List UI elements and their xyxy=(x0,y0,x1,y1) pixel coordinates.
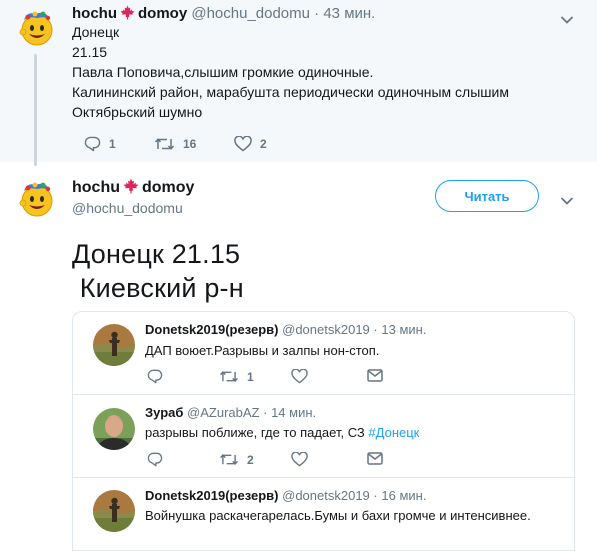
main-header: hochu domoy xyxy=(72,178,194,199)
thread-connector xyxy=(34,54,37,166)
quoted-header: Donetsk2019(резерв) @donetsk2019 · 16 ми… xyxy=(145,488,426,503)
maple-leaf-icon xyxy=(123,178,139,199)
chevron-down-icon[interactable] xyxy=(560,193,574,205)
display-name[interactable]: Зураб xyxy=(145,405,183,420)
retweet-count: 16 xyxy=(183,137,197,151)
timestamp[interactable]: 43 мин. xyxy=(323,5,375,22)
quoted-text: Войнушка раскачегарелась.Бумы и бахи гро… xyxy=(145,508,531,523)
envelope-icon xyxy=(367,369,383,382)
user-avatar[interactable] xyxy=(15,6,57,48)
user-handle[interactable]: @hochu_dodomu xyxy=(191,5,310,22)
reply-icon xyxy=(147,452,163,467)
quoted-header: Donetsk2019(резерв) @donetsk2019 · 13 ми… xyxy=(145,322,426,337)
heart-icon xyxy=(291,369,308,384)
user-avatar-main[interactable] xyxy=(15,177,57,219)
like-count: 2 xyxy=(260,137,267,151)
user-handle[interactable]: @AZurabAZ xyxy=(187,405,259,420)
message-button[interactable] xyxy=(367,452,383,465)
follow-button[interactable]: Читать xyxy=(435,180,539,212)
retweet-count: 2 xyxy=(247,452,254,467)
reply-icon xyxy=(84,136,101,152)
retweet-count: 1 xyxy=(247,369,254,384)
heart-icon xyxy=(291,452,308,467)
timestamp[interactable]: 14 мин. xyxy=(271,405,316,420)
like-button[interactable] xyxy=(291,369,308,384)
retweet-button[interactable]: 2 xyxy=(219,452,254,467)
user-handle[interactable]: @donetsk2019 xyxy=(282,488,370,503)
user-handle[interactable]: @hochu_dodomu xyxy=(72,200,183,216)
like-button[interactable] xyxy=(291,452,308,467)
quoted-actions: 1 xyxy=(145,369,445,389)
retweet-icon xyxy=(220,370,238,383)
divider xyxy=(73,394,574,395)
quoted-thread-card[interactable]: Donetsk2019(резерв) @donetsk2019 · 13 ми… xyxy=(72,311,575,551)
quoted-header: Зураб @AZurabAZ · 14 мин. xyxy=(145,405,316,420)
avatar[interactable] xyxy=(93,408,135,450)
message-button[interactable] xyxy=(367,369,383,382)
quoted-text: ДАП воюет.Разрывы и залпы нон-стоп. xyxy=(145,343,380,358)
reply-button[interactable]: 1 xyxy=(84,136,116,152)
retweet-icon xyxy=(220,453,238,466)
display-name[interactable]: hochu xyxy=(72,179,120,196)
reply-actions: 1 16 2 xyxy=(72,136,372,156)
envelope-icon xyxy=(367,452,383,465)
display-name[interactable]: Donetsk2019(резерв) xyxy=(145,488,279,503)
display-name-suffix[interactable]: domoy xyxy=(142,179,194,196)
timestamp[interactable]: 13 мин. xyxy=(381,322,426,337)
quoted-text: разрывы поближе, где то падает, СЗ #Доне… xyxy=(145,423,419,443)
separator-dot: · xyxy=(263,405,268,420)
chevron-down-icon[interactable] xyxy=(560,12,574,24)
reply-count: 1 xyxy=(109,137,116,151)
avatar[interactable] xyxy=(93,324,135,366)
user-handle[interactable]: @donetsk2019 xyxy=(282,322,370,337)
quoted-text-body: разрывы поближе, где то падает, СЗ xyxy=(145,425,369,440)
reply-text: Донецк 21.15 Павла Поповича,слышим громк… xyxy=(72,24,509,120)
hashtag-link[interactable]: #Донецк xyxy=(368,425,419,440)
separator-dot: · xyxy=(373,488,378,503)
retweet-icon xyxy=(154,138,175,150)
avatar[interactable] xyxy=(93,490,135,532)
main-tweet-line-2: Киевский р-н xyxy=(72,273,244,303)
reply-button[interactable] xyxy=(147,452,163,467)
display-name-suffix[interactable]: domoy xyxy=(138,5,187,22)
retweet-button[interactable]: 1 xyxy=(219,369,254,384)
display-name[interactable]: Donetsk2019(резерв) xyxy=(145,322,279,337)
quoted-actions: 2 xyxy=(145,452,445,472)
main-handle-line: @hochu_dodomu xyxy=(72,200,183,216)
heart-icon xyxy=(234,136,252,152)
timestamp[interactable]: 16 мин. xyxy=(381,488,426,503)
separator-dot: · xyxy=(373,322,378,337)
divider xyxy=(73,477,574,478)
reply-icon xyxy=(147,369,163,384)
main-tweet-line-1: Донецк 21.15 xyxy=(72,239,241,269)
separator-dot: · xyxy=(314,5,320,22)
retweet-button[interactable]: 16 xyxy=(154,136,196,152)
reply-button[interactable] xyxy=(147,369,163,384)
display-name[interactable]: hochu xyxy=(72,5,117,22)
like-button[interactable]: 2 xyxy=(234,136,267,152)
